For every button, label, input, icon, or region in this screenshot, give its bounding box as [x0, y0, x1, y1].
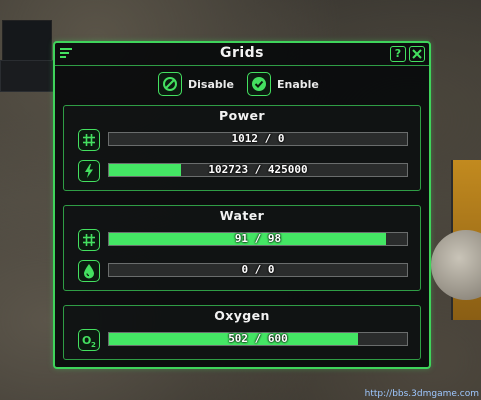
enable-label: Enable [277, 78, 319, 91]
toggle-bar: Disable Enable [55, 72, 429, 98]
water-supply-row: 0 / 0 [64, 260, 420, 282]
bar-value: 1012 / 0 [231, 132, 285, 145]
background-structure [0, 60, 54, 92]
water-drop-icon [78, 260, 100, 282]
disable-button[interactable]: Disable [158, 72, 238, 98]
window-header: Grids ? [55, 43, 429, 66]
svg-text:O: O [82, 334, 91, 347]
progress-bar: 1012 / 0 [108, 132, 408, 146]
enable-button[interactable]: Enable [247, 72, 327, 98]
o2-icon: O 2 [78, 329, 100, 351]
grids-window: Grids ? Disable Enable Power 1012 / 0 10… [53, 41, 431, 369]
section-title: Power [219, 108, 265, 123]
bar-value: 102723 / 425000 [208, 163, 308, 176]
bar-value: 502 / 600 [228, 332, 288, 345]
grid-icon [78, 129, 100, 151]
help-button[interactable]: ? [390, 46, 406, 62]
section-title: Water [219, 208, 265, 223]
window-title: Grids [219, 45, 265, 61]
lightning-icon [78, 160, 100, 182]
power-energy-row: 102723 / 425000 [64, 160, 420, 182]
progress-bar: 502 / 600 [108, 332, 408, 346]
water-section: Water 91 / 98 0 / 0 [63, 205, 421, 291]
grid-icon [78, 229, 100, 251]
enable-icon [247, 72, 271, 96]
background-dome [431, 230, 481, 300]
section-title: Oxygen [214, 308, 270, 323]
power-section: Power 1012 / 0 102723 / 425000 [63, 105, 421, 191]
oxygen-row: O 2 502 / 600 [64, 329, 420, 351]
svg-text:2: 2 [91, 341, 96, 349]
oxygen-section: Oxygen O 2 502 / 600 [63, 305, 421, 360]
water-grid-row: 91 / 98 [64, 229, 420, 251]
bar-value: 91 / 98 [234, 232, 282, 245]
close-icon [412, 49, 422, 59]
disable-label: Disable [188, 78, 234, 91]
progress-bar: 91 / 98 [108, 232, 408, 246]
close-button[interactable] [409, 46, 425, 62]
power-grid-row: 1012 / 0 [64, 129, 420, 151]
watermark: http://bbs.3dmgame.com [364, 389, 479, 399]
help-icon: ? [394, 47, 402, 60]
progress-bar: 102723 / 425000 [108, 163, 408, 177]
progress-bar: 0 / 0 [108, 263, 408, 277]
disable-icon [158, 72, 182, 96]
bar-value: 0 / 0 [241, 263, 275, 276]
